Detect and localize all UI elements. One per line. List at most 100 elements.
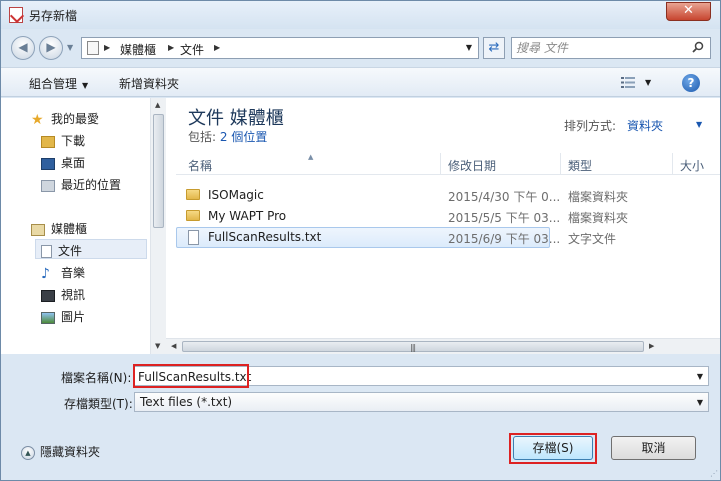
notepad-app-icon [9, 7, 23, 23]
new-folder-button[interactable]: 新增資料夾 [119, 75, 179, 92]
scroll-left-icon[interactable]: ◀ [171, 342, 176, 350]
nav-label: 桌面 [61, 156, 86, 170]
breadcrumb-libraries[interactable]: 媒體櫃 [120, 41, 156, 58]
nav-label: 下載 [61, 134, 86, 148]
save-as-dialog: 另存新檔 ✕ ◀ ▶ ▼ ▶ 媒體櫃 ▶ 文件 ▶ ▼ ⇄ 組合管理 ▼ [0, 0, 721, 481]
scroll-thumb[interactable] [153, 114, 164, 228]
file-type: 文字文件 [568, 232, 617, 246]
picture-icon [41, 311, 55, 324]
includes-prefix: 包括: [188, 130, 217, 144]
window-title: 另存新檔 [29, 9, 78, 23]
nav-vertical-scrollbar[interactable]: ▲ ▼ [150, 98, 166, 354]
file-date: 2015/4/30 下午 0... [448, 190, 561, 204]
includes-locations-link[interactable]: 2 個位置 [220, 130, 267, 144]
command-toolbar: 組合管理 ▼ 新增資料夾 ▼ ? [1, 67, 720, 97]
library-includes: 包括: 2 個位置 [188, 128, 267, 145]
scroll-right-icon[interactable]: ▶ [649, 342, 654, 350]
file-name: ISOMagic [208, 188, 264, 202]
nav-item-music[interactable]: ♪ 音樂 [41, 264, 85, 281]
file-list-pane: 文件 媒體櫃 包括: 2 個位置 排列方式: 資料夾 ▼ ▲ 名稱 修改日期 類… [166, 98, 720, 354]
filetype-select[interactable]: Text files (*.txt) ▼ [134, 392, 709, 412]
nav-item-recent-places[interactable]: 最近的位置 [41, 176, 121, 193]
back-button[interactable]: ◀ [11, 36, 35, 60]
filename-label: 檔案名稱(N): [61, 371, 132, 385]
organize-label: 組合管理 [29, 77, 78, 91]
organize-button[interactable]: 組合管理 ▼ [29, 75, 88, 92]
nav-item-pictures[interactable]: 圖片 [41, 308, 85, 325]
documents-icon [41, 245, 52, 258]
chevron-right-icon[interactable]: ▶ [214, 43, 220, 52]
nav-item-downloads[interactable]: 下載 [41, 132, 85, 149]
nav-item-documents[interactable]: 文件 [35, 239, 147, 259]
help-icon[interactable]: ? [682, 74, 700, 92]
libraries-icon [31, 223, 45, 236]
hide-folders-toggle[interactable]: ▲ 隱藏資料夾 [21, 443, 100, 460]
refresh-icon: ⇄ [488, 40, 500, 55]
forward-arrow-icon: ▶ [46, 40, 56, 54]
file-row-selected[interactable]: FullScanResults.txt 2015/6/9 下午 03... [176, 227, 560, 248]
file-name: FullScanResults.txt [208, 230, 322, 244]
hide-folders-label: 隱藏資料夾 [40, 445, 101, 459]
address-history-dropdown-icon[interactable]: ▼ [466, 43, 472, 52]
scroll-down-icon[interactable]: ▼ [155, 342, 160, 350]
filetype-label: 存檔類型(T): [64, 397, 133, 411]
column-divider[interactable] [560, 153, 561, 175]
view-options-icon[interactable] [621, 77, 635, 88]
nav-item-desktop[interactable]: 桌面 [41, 154, 85, 171]
resize-grip-icon[interactable]: ⋰ [710, 469, 718, 478]
nav-item-videos[interactable]: 視訊 [41, 286, 85, 303]
star-icon: ★ [31, 111, 44, 128]
arrange-by-dropdown[interactable]: 資料夾 [627, 117, 663, 134]
text-file-icon [188, 230, 199, 245]
refresh-button[interactable]: ⇄ [483, 37, 505, 59]
close-button[interactable]: ✕ [666, 2, 711, 21]
search-input[interactable] [516, 40, 686, 56]
nav-label: 視訊 [61, 288, 86, 302]
column-size[interactable]: 大小 [680, 157, 704, 174]
chevron-right-icon[interactable]: ▶ [168, 43, 174, 52]
scroll-up-icon[interactable]: ▲ [155, 101, 160, 109]
title-bar: 另存新檔 ✕ [1, 1, 720, 29]
arrange-by-label: 排列方式: [564, 119, 617, 133]
save-highlight-box [509, 433, 597, 464]
file-date: 2015/6/9 下午 03... [448, 232, 561, 246]
address-row: ◀ ▶ ▼ ▶ 媒體櫃 ▶ 文件 ▶ ▼ ⇄ [1, 31, 720, 65]
nav-label: 媒體櫃 [51, 222, 88, 236]
sort-ascending-icon: ▲ [308, 153, 314, 161]
search-box[interactable] [511, 37, 711, 59]
forward-button[interactable]: ▶ [39, 36, 63, 60]
search-icon[interactable] [692, 41, 704, 53]
column-name[interactable]: 名稱 [188, 157, 212, 174]
column-type[interactable]: 類型 [568, 157, 592, 174]
desktop-icon [41, 157, 55, 170]
chevron-right-icon[interactable]: ▶ [104, 43, 110, 52]
library-icon [87, 41, 99, 55]
file-row[interactable]: My WAPT Pro 2015/5/5 下午 03... 檔案資料夾 [176, 206, 720, 227]
file-type: 檔案資料夾 [568, 211, 629, 225]
nav-item-favorites[interactable]: ★ 我的最愛 [31, 110, 99, 127]
column-divider[interactable] [672, 153, 673, 175]
file-type: 檔案資料夾 [568, 190, 629, 204]
chevron-down-icon[interactable]: ▼ [697, 372, 703, 381]
file-date: 2015/5/5 下午 03... [448, 211, 561, 225]
chevron-down-icon[interactable]: ▼ [697, 398, 703, 407]
column-divider[interactable] [440, 153, 441, 175]
address-bar[interactable]: ▶ 媒體櫃 ▶ 文件 ▶ ▼ [81, 37, 479, 59]
nav-item-libraries[interactable]: 媒體櫃 [31, 220, 87, 237]
file-name: My WAPT Pro [208, 209, 287, 223]
grip-icon: ||| [410, 343, 416, 352]
recent-pages-dropdown-icon[interactable]: ▼ [67, 43, 73, 52]
downloads-folder-icon [41, 135, 55, 148]
scroll-thumb[interactable]: ||| [182, 341, 644, 352]
view-dropdown-icon[interactable]: ▼ [645, 78, 651, 87]
navigation-pane: ★ 我的最愛 下載 桌面 最近的位置 媒體櫃 文件 ♪ 音樂 視訊 圖片 ▲ ▼ [1, 98, 166, 354]
cancel-button[interactable]: 取消 [611, 436, 696, 460]
nav-label: 最近的位置 [61, 178, 122, 192]
file-row[interactable]: ISOMagic 2015/4/30 下午 0... 檔案資料夾 [176, 185, 720, 206]
nav-label: 音樂 [61, 266, 86, 280]
chevron-down-icon[interactable]: ▼ [696, 120, 702, 129]
column-date-modified[interactable]: 修改日期 [448, 157, 496, 174]
horizontal-scrollbar[interactable]: ◀ ||| ▶ [166, 338, 720, 354]
collapse-up-icon: ▲ [21, 445, 35, 460]
breadcrumb-documents[interactable]: 文件 [180, 41, 204, 58]
